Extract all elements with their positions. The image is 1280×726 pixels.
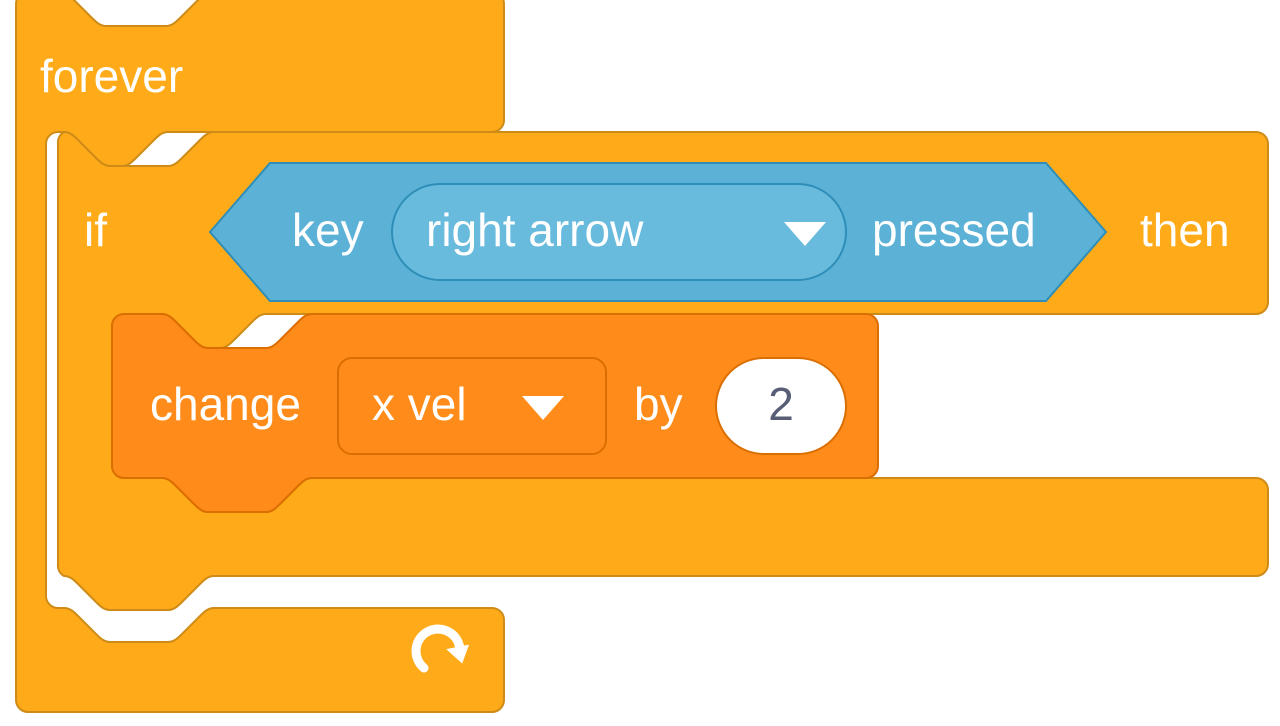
variable-dropdown-label: x vel [372,378,467,430]
then-label: then [1140,204,1230,256]
forever-label: forever [40,50,183,102]
key-dropdown[interactable]: right arrow [392,184,846,280]
by-label: by [634,378,683,430]
key-pressed-block[interactable]: key right arrow pressed [210,163,1106,301]
number-input[interactable]: 2 [716,358,846,454]
key-dropdown-label: right arrow [426,204,644,256]
number-input-value: 2 [768,378,794,430]
key-pressed-suffix: pressed [872,204,1036,256]
variable-dropdown[interactable]: x vel [338,358,606,454]
change-label: change [150,378,301,430]
if-label: if [84,204,107,256]
key-pressed-prefix: key [292,204,364,256]
